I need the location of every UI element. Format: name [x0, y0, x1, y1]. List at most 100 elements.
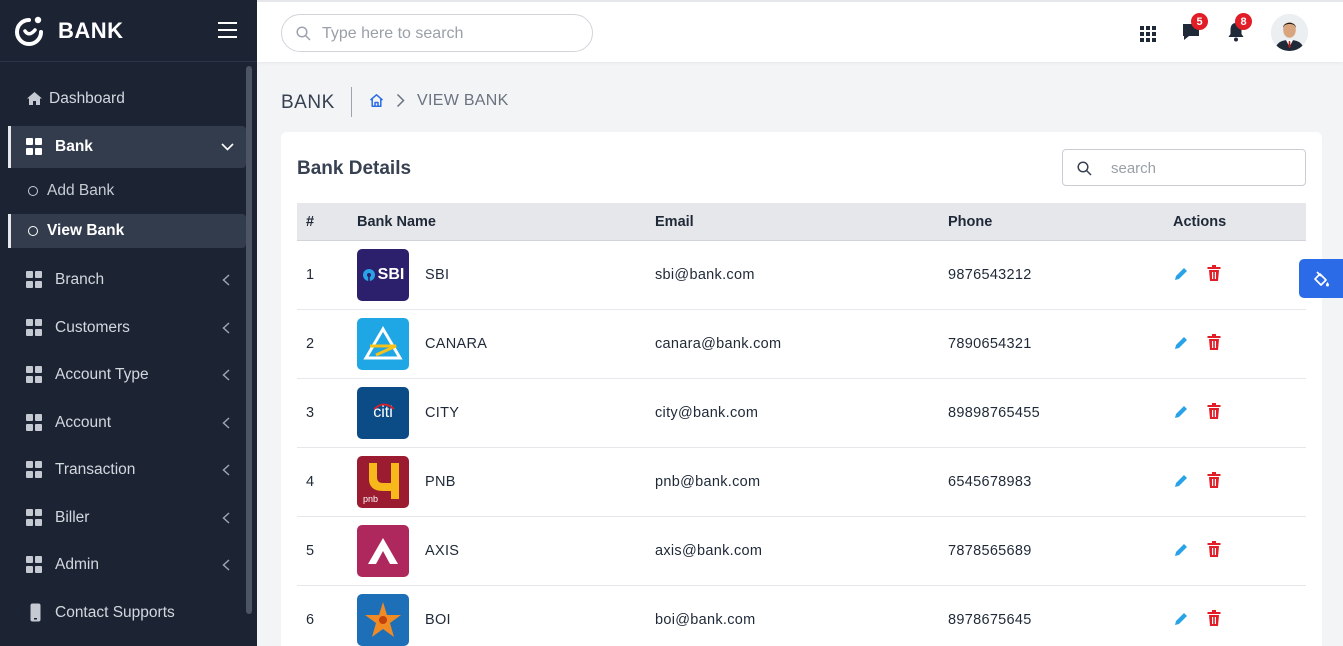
- topbar: 5 8: [257, 0, 1343, 62]
- chevron-down-icon: [221, 143, 234, 151]
- column-header-number: #: [306, 214, 315, 230]
- table-row: 2 CANARA canara@bank.com 7890654321: [297, 310, 1306, 379]
- chevron-left-icon: [222, 559, 230, 571]
- delete-trash-icon[interactable]: [1207, 334, 1221, 350]
- breadcrumb-current: VIEW BANK: [417, 92, 509, 109]
- edit-pencil-icon[interactable]: [1173, 335, 1189, 351]
- edit-pencil-icon[interactable]: [1173, 542, 1189, 558]
- row-number: 3: [306, 405, 315, 421]
- sidebar-item-admin[interactable]: Admin: [0, 544, 246, 586]
- edit-pencil-icon[interactable]: [1173, 611, 1189, 627]
- bank-name: BOI: [425, 612, 451, 628]
- circle-icon: [28, 186, 38, 196]
- delete-trash-icon[interactable]: [1207, 541, 1221, 557]
- sidebar: BANK Dashboard Bank Add Bank View Bank B…: [0, 0, 257, 646]
- sidebar-item-contact-supports[interactable]: Contact Supports: [0, 592, 246, 634]
- user-avatar-icon: [1271, 14, 1308, 51]
- table-row: 6 BOI boi@bank.com 8978675645: [297, 586, 1306, 646]
- row-number: 6: [306, 612, 315, 628]
- sidebar-item-account[interactable]: Account: [0, 402, 246, 444]
- edit-pencil-icon[interactable]: [1173, 473, 1189, 489]
- global-search[interactable]: [281, 14, 593, 52]
- bank-email: canara@bank.com: [655, 336, 782, 352]
- sidebar-item-label: Contact Supports: [55, 604, 175, 621]
- table-search[interactable]: [1062, 149, 1306, 186]
- bank-phone: 6545678983: [948, 474, 1032, 490]
- chevron-left-icon: [222, 512, 230, 524]
- table-row: 4 pnb PNB pnb@bank.com 6545678983: [297, 448, 1306, 517]
- search-icon: [1077, 161, 1092, 176]
- home-icon: [27, 92, 42, 105]
- sidebar-item-biller[interactable]: Biller: [0, 497, 246, 539]
- row-number: 5: [306, 543, 315, 559]
- bank-name: SBI: [425, 267, 450, 283]
- sbi-logo: SBI: [357, 249, 409, 301]
- messages-button[interactable]: 5: [1181, 13, 1208, 46]
- paint-bucket-icon: [1314, 270, 1329, 286]
- sidebar-subitem-label: Add Bank: [47, 182, 115, 199]
- search-icon: [296, 26, 311, 41]
- grid-icon: [26, 414, 43, 431]
- bank-details-card: Bank Details # Bank Name Email Phone Act…: [281, 132, 1322, 646]
- sidebar-item-label: Admin: [55, 556, 99, 573]
- brand-name: BANK: [58, 17, 124, 43]
- sidebar-item-customers[interactable]: Customers: [0, 307, 246, 349]
- sbi-logo-text: SBI: [377, 266, 405, 283]
- table-row: 5 AXIS axis@bank.com 7878565689: [297, 517, 1306, 586]
- delete-trash-icon[interactable]: [1207, 403, 1221, 419]
- chevron-left-icon: [222, 464, 230, 476]
- sidebar-item-transaction[interactable]: Transaction: [0, 449, 246, 491]
- row-number: 1: [306, 267, 315, 283]
- sidebar-item-label: Biller: [55, 509, 90, 526]
- phone-icon: [30, 603, 41, 622]
- sidebar-subitem-add-bank[interactable]: Add Bank: [8, 174, 246, 208]
- bank-phone: 8978675645: [948, 612, 1032, 628]
- bank-email: sbi@bank.com: [655, 267, 755, 283]
- chevron-left-icon: [222, 417, 230, 429]
- sidebar-item-label: Dashboard: [49, 90, 125, 107]
- row-number: 2: [306, 336, 315, 352]
- bank-phone: 89898765455: [948, 405, 1041, 421]
- bank-email: pnb@bank.com: [655, 474, 761, 490]
- bank-email: axis@bank.com: [655, 543, 763, 559]
- delete-trash-icon[interactable]: [1207, 610, 1221, 626]
- home-icon[interactable]: [369, 93, 384, 108]
- avatar[interactable]: [1271, 14, 1308, 51]
- delete-trash-icon[interactable]: [1207, 265, 1221, 281]
- sidebar-item-label: Bank: [55, 138, 93, 155]
- global-search-input[interactable]: [322, 23, 582, 45]
- sidebar-item-label: Transaction: [55, 461, 136, 478]
- circle-icon: [28, 226, 38, 236]
- card-title: Bank Details: [297, 158, 412, 179]
- edit-pencil-icon[interactable]: [1173, 404, 1189, 420]
- apps-grid-icon[interactable]: [1140, 26, 1156, 42]
- sidebar-subitem-view-bank[interactable]: View Bank: [8, 214, 246, 248]
- brand-logo-icon: [15, 16, 43, 46]
- axis-logo: [357, 525, 409, 577]
- sidebar-item-branch[interactable]: Branch: [0, 259, 246, 301]
- pnb-logo-text: pnb: [363, 494, 379, 504]
- sidebar-scrollbar[interactable]: [246, 66, 252, 614]
- grid-icon: [26, 319, 43, 336]
- sidebar-item-account-type[interactable]: Account Type: [0, 354, 246, 396]
- grid-icon: [26, 138, 43, 155]
- grid-icon: [26, 366, 43, 383]
- table-search-input[interactable]: [1111, 158, 1291, 178]
- bank-email: boi@bank.com: [655, 612, 756, 628]
- delete-trash-icon[interactable]: [1207, 472, 1221, 488]
- bank-phone: 7878565689: [948, 543, 1032, 559]
- menu-toggle-icon[interactable]: [218, 22, 237, 38]
- breadcrumb-divider: [351, 87, 352, 117]
- sidebar-item-dashboard[interactable]: Dashboard: [0, 78, 246, 120]
- chevron-left-icon: [222, 322, 230, 334]
- notifications-button[interactable]: 8: [1227, 13, 1252, 46]
- sidebar-subitem-label: View Bank: [47, 222, 125, 239]
- bank-name: CITY: [425, 405, 460, 421]
- grid-icon: [26, 509, 43, 526]
- sidebar-item-label: Account: [55, 414, 112, 431]
- bank-name: AXIS: [425, 543, 460, 559]
- sidebar-item-bank[interactable]: Bank: [8, 126, 246, 168]
- boi-logo: [357, 594, 409, 646]
- edit-pencil-icon[interactable]: [1173, 266, 1189, 282]
- theme-customizer-button[interactable]: [1299, 259, 1343, 298]
